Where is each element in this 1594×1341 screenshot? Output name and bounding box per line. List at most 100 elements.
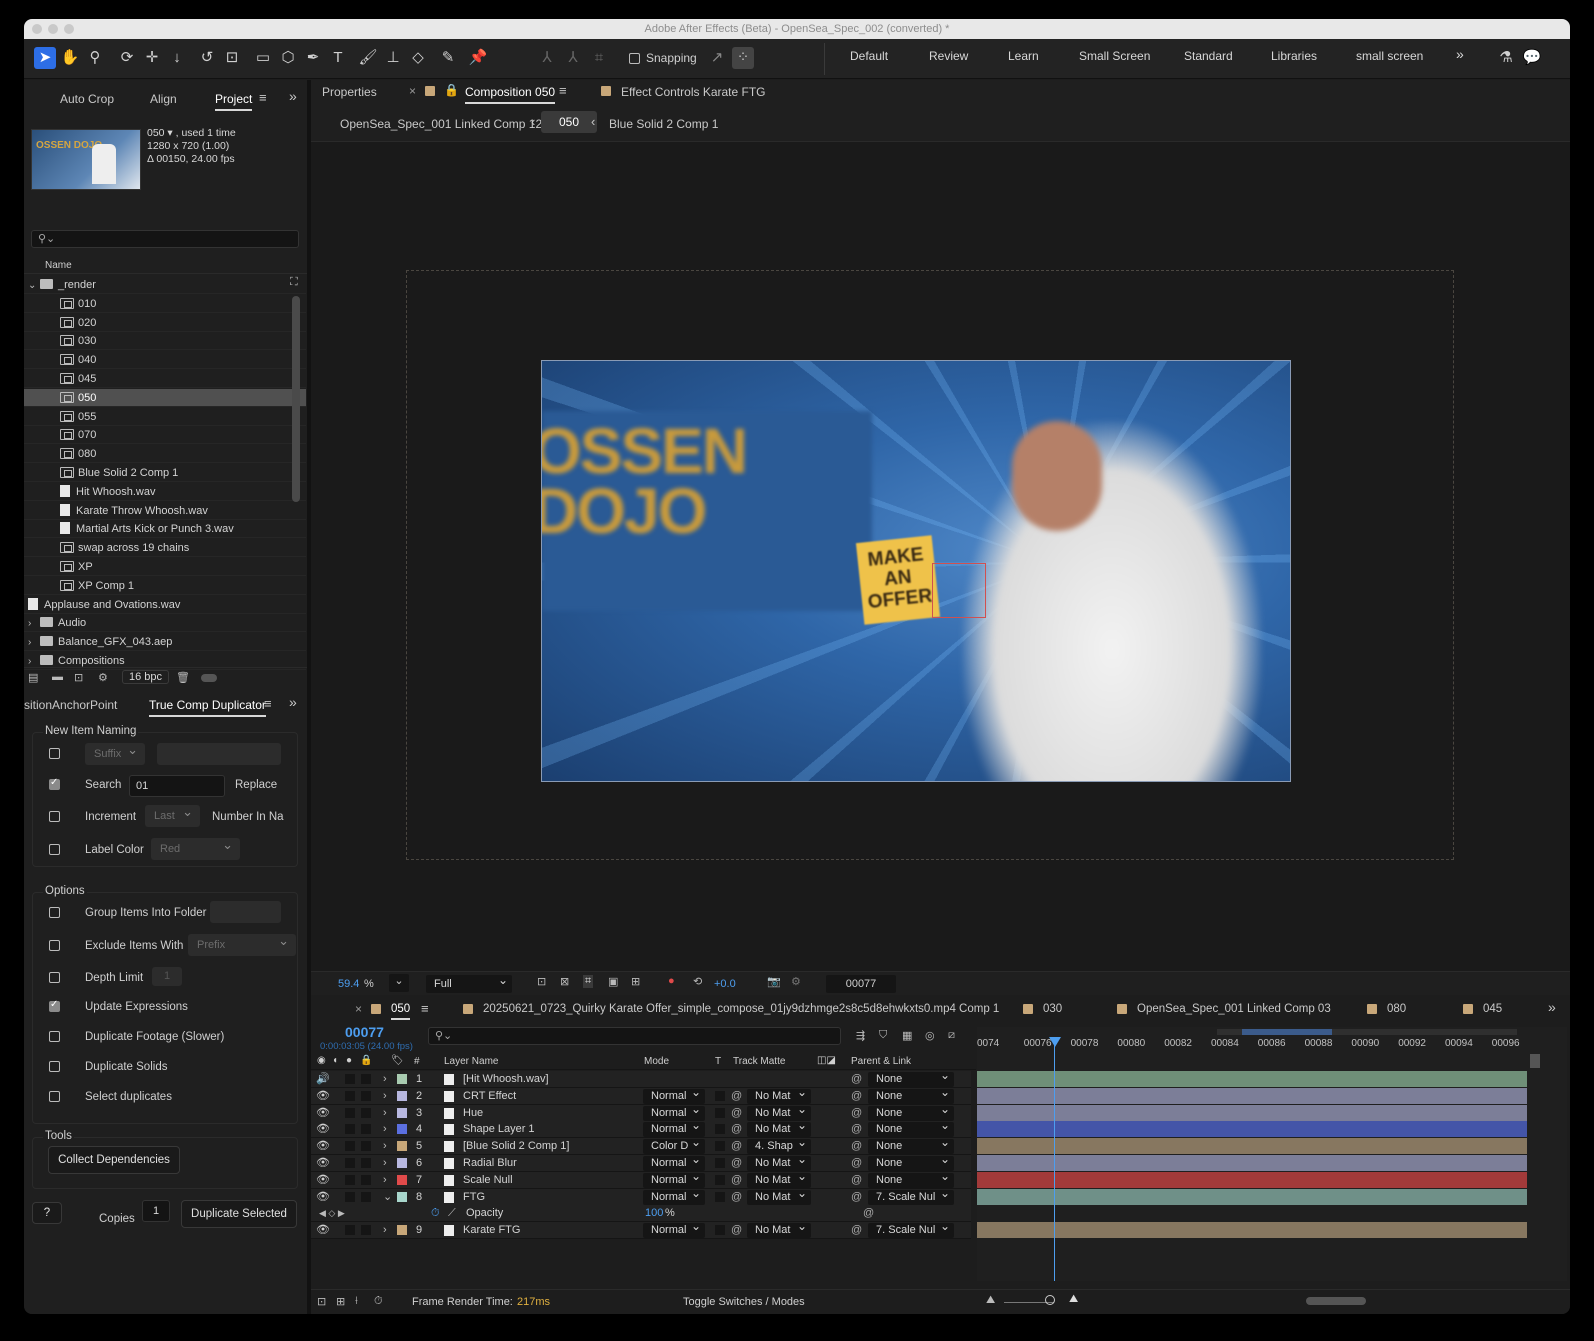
chevron-right-icon[interactable]: › bbox=[383, 1172, 387, 1189]
parent-pickwhip-icon[interactable]: @ bbox=[851, 1222, 862, 1239]
suffix-checkbox[interactable] bbox=[49, 748, 60, 759]
zoom-window-button[interactable] bbox=[64, 24, 74, 34]
frame-blending-icon[interactable]: ◎ bbox=[925, 1029, 935, 1042]
breadcrumb-050[interactable]: 050 bbox=[541, 111, 597, 133]
pen-tool-icon[interactable]: ✒ bbox=[302, 47, 324, 69]
project-item[interactable]: XP Comp 1 bbox=[24, 577, 306, 595]
timeline-horizontal-scrollbar[interactable] bbox=[1306, 1297, 1366, 1305]
trash-icon[interactable]: 🗑 bbox=[176, 671, 190, 684]
motion-blur-header-icon[interactable]: ◫◪ bbox=[817, 1055, 836, 1066]
layer-name[interactable]: [Hit Whoosh.wav] bbox=[463, 1071, 549, 1088]
reset-exposure-icon[interactable]: ⟲ bbox=[693, 975, 702, 988]
column-number[interactable]: # bbox=[414, 1056, 420, 1067]
chevron-right-icon[interactable]: › bbox=[383, 1155, 387, 1172]
hand-tool-icon[interactable]: ✋ bbox=[59, 47, 81, 69]
feedback-icon[interactable]: 💬 bbox=[1521, 47, 1543, 69]
layer-label-color[interactable] bbox=[397, 1074, 407, 1084]
project-item[interactable]: XP bbox=[24, 558, 306, 576]
parent-pickwhip-icon[interactable]: @ bbox=[851, 1105, 862, 1122]
column-layer-name[interactable]: Layer Name bbox=[444, 1056, 498, 1067]
rotate-tool-icon[interactable]: ↺ bbox=[196, 47, 218, 69]
layer-row[interactable]: 👁›7Scale NullNormal@No Mat@None bbox=[311, 1169, 971, 1189]
timeline-overflow-icon[interactable]: » bbox=[1548, 999, 1556, 1015]
preserve-transparency-toggle[interactable] bbox=[715, 1141, 725, 1152]
snapshot-camera-icon[interactable]: 📷 bbox=[767, 975, 781, 988]
layer-label-color[interactable] bbox=[397, 1225, 407, 1236]
timeline-tab[interactable]: 045 bbox=[1483, 1003, 1502, 1015]
layer-row[interactable]: 👁 ⌄ 8 FTG Normal @ No Mat @7. Scale Nul bbox=[311, 1186, 971, 1206]
exposure-value[interactable]: +0.0 bbox=[714, 978, 736, 990]
project-item[interactable]: 080 bbox=[24, 445, 306, 464]
project-item[interactable]: › Balance_GFX_043.aep bbox=[24, 633, 306, 652]
graph-icon[interactable]: ⟋ bbox=[448, 1205, 456, 1222]
beta-flask-icon[interactable]: ⚗ bbox=[1495, 47, 1517, 69]
workspace-small-screen[interactable]: Small Screen bbox=[1079, 49, 1150, 63]
project-item[interactable]: Hit Whoosh.wav bbox=[24, 483, 306, 501]
transparency-grid-icon[interactable]: ⊠ bbox=[560, 975, 569, 988]
new-composition-icon[interactable]: ⊡ bbox=[74, 671, 83, 684]
timeline-tab[interactable]: 20250621_0723_Quirky Karate Offer_simple… bbox=[483, 1003, 999, 1015]
comp-menu-icon[interactable]: ≡ bbox=[559, 83, 567, 98]
increment-position-dropdown[interactable]: Last bbox=[145, 801, 200, 827]
layer-duration-bar[interactable] bbox=[977, 1138, 1527, 1155]
lock-header-icon[interactable]: 🔒 bbox=[360, 1055, 372, 1066]
keyframe-nav-icon[interactable]: ◀ ◇ ▶ bbox=[319, 1205, 345, 1222]
clone-stamp-tool-icon[interactable]: ⊥ bbox=[382, 47, 404, 69]
project-item[interactable]: 055 bbox=[24, 408, 306, 426]
visibility-eye-icon[interactable]: 👁 bbox=[316, 1105, 330, 1122]
label-color-checkbox[interactable] bbox=[49, 844, 60, 855]
layer-name[interactable]: Scale Null bbox=[463, 1172, 513, 1189]
duplicate-solids-checkbox[interactable] bbox=[49, 1061, 60, 1072]
matte-pickwhip-icon[interactable]: @ bbox=[731, 1138, 742, 1155]
workspace-small-screen-custom[interactable]: small screen bbox=[1356, 49, 1423, 63]
solo-switch[interactable] bbox=[345, 1074, 355, 1084]
matte-pickwhip-icon[interactable]: @ bbox=[731, 1105, 742, 1122]
parent-dropdown[interactable]: 7. Scale Nul bbox=[868, 1219, 954, 1239]
layer-duration-bar[interactable] bbox=[977, 1071, 1527, 1087]
close-window-button[interactable] bbox=[32, 24, 42, 34]
chevron-down-icon[interactable]: ⌄ bbox=[28, 277, 40, 295]
chevron-right-icon[interactable]: › bbox=[28, 634, 40, 652]
visibility-eye-icon[interactable]: 👁 bbox=[316, 1155, 330, 1172]
composition-flowchart-icon[interactable]: ⇶ bbox=[856, 1029, 865, 1042]
timeline-tab[interactable]: 030 bbox=[1043, 1003, 1062, 1015]
breadcrumb-forward-icon[interactable]: ‹ bbox=[591, 114, 595, 129]
solo-switch[interactable] bbox=[345, 1158, 355, 1168]
project-item[interactable]: 030 bbox=[24, 332, 306, 351]
solo-switch[interactable] bbox=[345, 1090, 355, 1101]
audio-switch-header-icon[interactable]: ◖ bbox=[332, 1055, 338, 1066]
bit-depth-button[interactable]: 16 bpc bbox=[122, 670, 170, 684]
parent-pickwhip-icon[interactable]: @ bbox=[851, 1121, 862, 1138]
lock-switch[interactable] bbox=[361, 1141, 371, 1152]
layer-duration-bar[interactable] bbox=[977, 1155, 1527, 1171]
parent-pickwhip-icon[interactable]: @ bbox=[851, 1138, 862, 1155]
project-item[interactable]: Karate Throw Whoosh.wav bbox=[24, 502, 306, 520]
project-item[interactable]: 045 bbox=[24, 370, 306, 388]
render-time-icon[interactable]: ⏱ bbox=[374, 1295, 383, 1308]
layer-name[interactable]: Hue bbox=[463, 1105, 483, 1122]
zoom-value[interactable]: 59.4 bbox=[338, 978, 359, 990]
tab-properties[interactable]: Properties bbox=[322, 85, 377, 99]
parent-pickwhip-icon[interactable]: @ bbox=[851, 1189, 862, 1206]
video-switch-header-icon[interactable]: ◉ bbox=[317, 1055, 326, 1066]
project-item[interactable]: Blue Solid 2 Comp 1 bbox=[24, 464, 306, 482]
project-scrollbar[interactable] bbox=[292, 296, 300, 502]
layer-label-color[interactable] bbox=[397, 1174, 407, 1185]
workspace-default[interactable]: Default bbox=[850, 49, 888, 63]
tcd-menu-icon[interactable]: ≡ bbox=[264, 696, 272, 711]
current-timecode[interactable]: 00077 bbox=[345, 1024, 384, 1040]
workspace-review[interactable]: Review bbox=[929, 49, 968, 63]
depth-limit-checkbox[interactable] bbox=[49, 972, 60, 983]
group-items-checkbox[interactable] bbox=[49, 907, 60, 918]
label-header-icon[interactable]: 🏷 bbox=[391, 1055, 404, 1066]
expression-pickwhip-icon[interactable]: @ bbox=[863, 1205, 874, 1222]
close-timeline-tab-icon[interactable]: × bbox=[355, 1002, 362, 1016]
track-matte-dropdown[interactable]: No Mat bbox=[747, 1219, 811, 1239]
timeline-tab[interactable]: 080 bbox=[1387, 1003, 1406, 1015]
column-preserve-transparency[interactable]: T bbox=[715, 1056, 721, 1067]
zoom-tool-icon[interactable]: ⚲ bbox=[84, 47, 106, 69]
current-frame-field[interactable]: 00077 bbox=[826, 975, 896, 993]
suffix-dropdown[interactable]: Suffix bbox=[85, 739, 145, 765]
project-item[interactable]: › Audio bbox=[24, 614, 306, 633]
project-item[interactable]: 050 bbox=[24, 388, 306, 407]
